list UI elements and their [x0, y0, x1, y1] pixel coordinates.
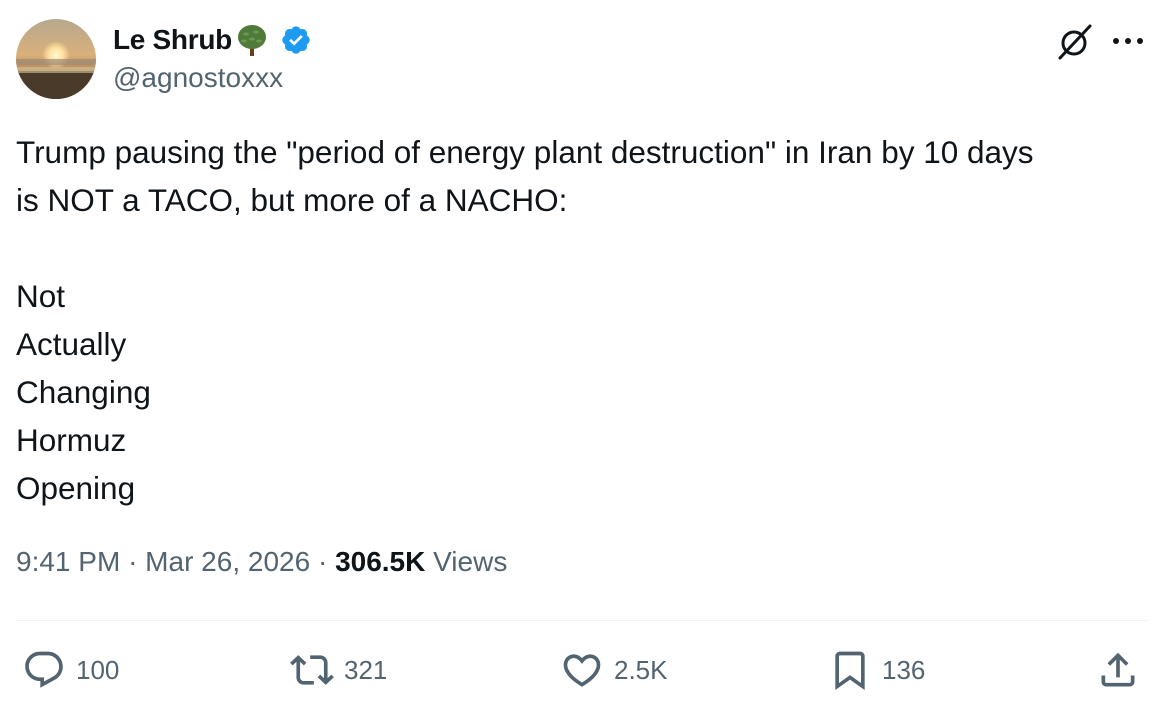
avatar[interactable]: [16, 19, 96, 99]
reply-count: 100: [76, 654, 120, 685]
tweet-text: Trump pausing the "period of energy plan…: [16, 128, 1156, 512]
like-button[interactable]: 2.5K: [560, 648, 668, 692]
heart-icon: [563, 654, 601, 687]
tweet-line: Changing: [16, 374, 151, 410]
tweet-line: Actually: [16, 326, 127, 362]
like-count: 2.5K: [614, 654, 668, 685]
share-icon: [1101, 652, 1135, 687]
views-label: Views: [433, 546, 508, 577]
avatar-image: [16, 19, 96, 99]
author-name-row[interactable]: Le Shrub: [113, 20, 312, 60]
tweet-line: Not: [16, 278, 66, 314]
more-icon[interactable]: [1110, 26, 1146, 56]
reply-icon: [25, 651, 63, 688]
bookmark-count: 136: [882, 654, 926, 685]
author-handle[interactable]: @agnostoxxx: [113, 62, 283, 94]
verified-badge-icon[interactable]: [280, 24, 312, 56]
tree-emoji-icon: [237, 25, 266, 56]
retweet-button[interactable]: 321: [290, 648, 387, 692]
bookmark-button[interactable]: 136: [828, 648, 925, 692]
divider: [16, 620, 1148, 621]
share-button[interactable]: [1096, 648, 1140, 692]
meta-separator: ·: [317, 546, 328, 577]
tweet-line: Opening: [16, 470, 136, 506]
retweet-count: 321: [344, 654, 388, 685]
tweet-date[interactable]: Mar 26, 2026: [145, 546, 310, 577]
tweet-time[interactable]: 9:41 PM: [16, 546, 120, 577]
views-count: 306.5K: [335, 546, 426, 577]
tweet-meta: 9:41 PM · Mar 26, 2026 · 306.5K Views: [16, 546, 507, 578]
meta-separator: ·: [128, 546, 138, 577]
bookmark-icon: [835, 651, 865, 691]
retweet-icon: [290, 655, 334, 685]
reply-button[interactable]: 100: [22, 648, 119, 692]
tweet-line: Hormuz: [16, 422, 127, 458]
tweet-line: is NOT a TACO, but more of a NACHO:: [16, 182, 568, 218]
grok-icon[interactable]: [1055, 22, 1095, 62]
tweet-line: Trump pausing the "period of energy plan…: [16, 134, 1034, 170]
author-name[interactable]: Le Shrub: [113, 24, 232, 56]
